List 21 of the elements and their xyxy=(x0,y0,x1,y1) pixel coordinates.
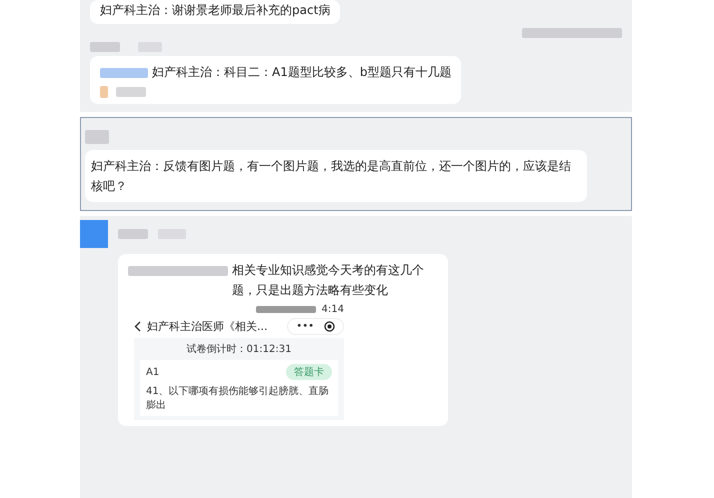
message-text: 妇产科主治：科目二：A1题型比较多、b型题只有十几题 xyxy=(152,64,452,81)
blurred-sender-name xyxy=(90,42,120,52)
question-text: 41、以下哪项有损伤能够引起膀胱、直肠膨出 xyxy=(146,384,330,412)
message-text: 妇产科主治：谢谢景老师最后补充的pact病 xyxy=(100,2,330,19)
message-text: 妇产科主治：反馈有图片题，有一个图片题，我选的是高直前位，还一个图片的，应该是结核吧？ xyxy=(91,158,572,195)
back-icon[interactable] xyxy=(134,321,141,332)
message-text: 相关专业知识感觉今天考的有这几个题，只是出题方法略有些变化 xyxy=(232,262,425,299)
capsule-menu[interactable]: ••• xyxy=(287,318,344,335)
record-icon[interactable] xyxy=(324,321,335,332)
status-icons xyxy=(256,306,316,313)
status-time: 4:14 xyxy=(322,304,344,315)
blurred-attachment-name xyxy=(116,87,146,97)
blurred-mention xyxy=(100,68,148,78)
blurred-sender-name xyxy=(85,130,109,144)
blurred-sender-name xyxy=(118,229,148,239)
more-text[interactable]: ••• xyxy=(296,321,314,332)
file-icon xyxy=(100,86,108,98)
avatar xyxy=(80,220,108,248)
section-label: A1 xyxy=(146,366,160,378)
countdown-timer: 试卷倒计时：01:12:31 xyxy=(186,342,292,356)
page-title: 妇产科主治医师《相关... xyxy=(147,319,268,334)
